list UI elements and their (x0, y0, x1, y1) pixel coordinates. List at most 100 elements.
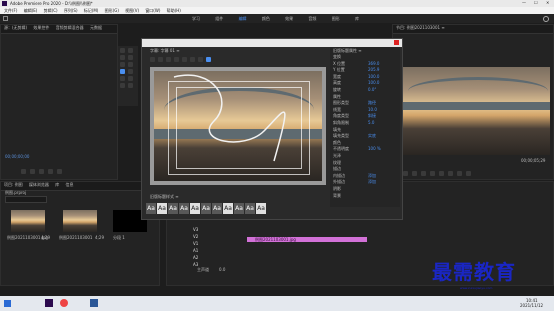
path-text-tool-icon[interactable] (128, 62, 133, 67)
add-anchor-tool-icon[interactable] (128, 69, 133, 74)
tab-effect-controls[interactable]: 效果控件 (33, 26, 49, 30)
tab-libraries[interactable]: 库 (55, 183, 59, 187)
menu-markers[interactable]: 标记(M) (84, 8, 99, 13)
workspace-tab-learn[interactable]: 学习 (192, 17, 200, 21)
maximize-button[interactable]: ☐ (534, 1, 538, 5)
background-video-icon[interactable] (206, 57, 211, 62)
style-sample[interactable]: Aa (201, 203, 211, 214)
style-sample[interactable]: Aa (146, 203, 156, 214)
pen-tool-icon[interactable] (120, 69, 125, 74)
menu-view[interactable]: 视图(V) (125, 8, 139, 13)
project-thumbnail[interactable] (11, 210, 45, 232)
menu-edit[interactable]: 编辑(E) (24, 8, 38, 13)
style-sample[interactable]: Aa (212, 203, 222, 214)
title-canvas[interactable] (150, 67, 326, 185)
program-lift-button[interactable] (448, 171, 453, 176)
style-sample[interactable]: Aa (190, 203, 200, 214)
tab-audio-mixer[interactable]: 音频剪辑混合器 (56, 26, 84, 30)
new-title-icon[interactable] (150, 57, 155, 62)
style-sample[interactable]: Aa (168, 203, 178, 214)
property-value[interactable]: 路径 (368, 101, 376, 105)
style-sample[interactable]: Aa (157, 203, 167, 214)
property-value[interactable]: 斜接 (368, 114, 376, 118)
tab-info[interactable]: 信息 (65, 183, 73, 187)
style-sample[interactable]: Aa (179, 203, 189, 214)
tab-project[interactable]: 项目: 例图 (4, 183, 23, 187)
workspace-tab-graphics[interactable]: 图形 (332, 17, 340, 21)
title-dialog-close-button[interactable] (394, 40, 399, 45)
menu-window[interactable]: 窗口(W) (145, 8, 160, 13)
program-export-frame-button[interactable] (466, 171, 471, 176)
style-sample[interactable]: Aa (223, 203, 233, 214)
workspace-tab-libraries[interactable]: 库 (355, 17, 359, 21)
word-taskbar-icon[interactable] (90, 299, 98, 307)
text-tool-icon[interactable] (120, 55, 125, 60)
align-left-icon[interactable] (182, 57, 187, 62)
workspace-tab-effects[interactable]: 效果 (285, 17, 293, 21)
vertical-text-tool-icon[interactable] (128, 55, 133, 60)
tab-media-browser[interactable]: 媒体浏览器 (29, 183, 49, 187)
timeline-clip[interactable]: 例图2021103001.jpg (247, 237, 367, 242)
ellipse-tool-icon[interactable] (120, 83, 125, 88)
menu-graphics[interactable]: 图形(G) (105, 8, 119, 13)
property-value[interactable]: 100.0 (368, 81, 379, 85)
property-value[interactable]: 添加 (368, 180, 376, 184)
mark-in-button[interactable] (21, 169, 26, 174)
close-button[interactable]: ✕ (546, 1, 549, 5)
premiere-taskbar-icon[interactable] (45, 299, 53, 307)
menu-help[interactable]: 帮助(H) (167, 8, 181, 13)
search-icon[interactable] (543, 16, 549, 22)
project-item-duration: 4;29 (41, 235, 50, 240)
style-sample[interactable]: Aa (256, 203, 266, 214)
windows-start-icon[interactable] (4, 300, 11, 307)
project-thumbnail[interactable] (63, 210, 97, 232)
tab-metadata[interactable]: 元数据 (90, 26, 102, 30)
program-mark-out-button[interactable] (412, 171, 417, 176)
step-forward-button[interactable] (48, 169, 53, 174)
style-sample[interactable]: Aa (245, 203, 255, 214)
font-icon[interactable] (174, 57, 179, 62)
home-icon[interactable] (3, 16, 8, 21)
templates-icon[interactable] (166, 57, 171, 62)
workspace-tab-color[interactable]: 颜色 (262, 17, 270, 21)
drawn-path-shape[interactable] (154, 71, 322, 181)
property-value[interactable]: 10.0 (368, 107, 377, 112)
program-play-button[interactable] (430, 171, 435, 176)
menu-sequence[interactable]: 序列(S) (64, 8, 78, 13)
align-center-icon[interactable] (190, 57, 195, 62)
workspace-tab-editing[interactable]: 编辑 (239, 17, 247, 21)
project-search-input[interactable] (5, 196, 47, 203)
minimize-button[interactable]: — (522, 1, 526, 5)
program-step-back-button[interactable] (421, 171, 426, 176)
workspace-tab-assembly[interactable]: 组件 (215, 17, 223, 21)
insert-button[interactable] (57, 169, 62, 174)
property-value[interactable]: 369.0 (368, 61, 379, 66)
menu-clip[interactable]: 剪辑(C) (44, 8, 58, 13)
property-value[interactable]: 实底 (368, 134, 376, 138)
chrome-taskbar-icon[interactable] (60, 299, 68, 307)
program-step-forward-button[interactable] (439, 171, 444, 176)
property-row[interactable]: 背景 (330, 193, 400, 200)
rectangle-tool-icon[interactable] (120, 76, 125, 81)
menu-file[interactable]: 文件(F) (4, 8, 17, 13)
play-button[interactable] (39, 169, 44, 174)
tab-source[interactable]: 源：(无剪辑) (4, 26, 27, 30)
program-mark-in-button[interactable] (403, 171, 408, 176)
rotate-tool-icon[interactable] (128, 48, 133, 53)
align-right-icon[interactable] (198, 57, 203, 62)
property-value[interactable]: 100 % (368, 147, 381, 151)
property-value[interactable]: 0.0° (368, 88, 376, 92)
step-back-button[interactable] (30, 169, 35, 174)
workspace-tab-audio[interactable]: 音频 (308, 17, 316, 21)
style-sample[interactable]: Aa (234, 203, 244, 214)
roll-crawl-icon[interactable] (158, 57, 163, 62)
program-extract-button[interactable] (457, 171, 462, 176)
property-value[interactable]: 100.0 (368, 74, 379, 79)
rounded-rectangle-tool-icon[interactable] (128, 76, 133, 81)
select-tool-icon[interactable] (120, 48, 125, 53)
line-tool-icon[interactable] (128, 83, 133, 88)
area-text-tool-icon[interactable] (120, 62, 125, 67)
property-value[interactable]: 205.9 (368, 68, 379, 72)
property-value[interactable]: 添加 (368, 173, 376, 178)
property-value[interactable]: 5.0 (368, 121, 374, 125)
